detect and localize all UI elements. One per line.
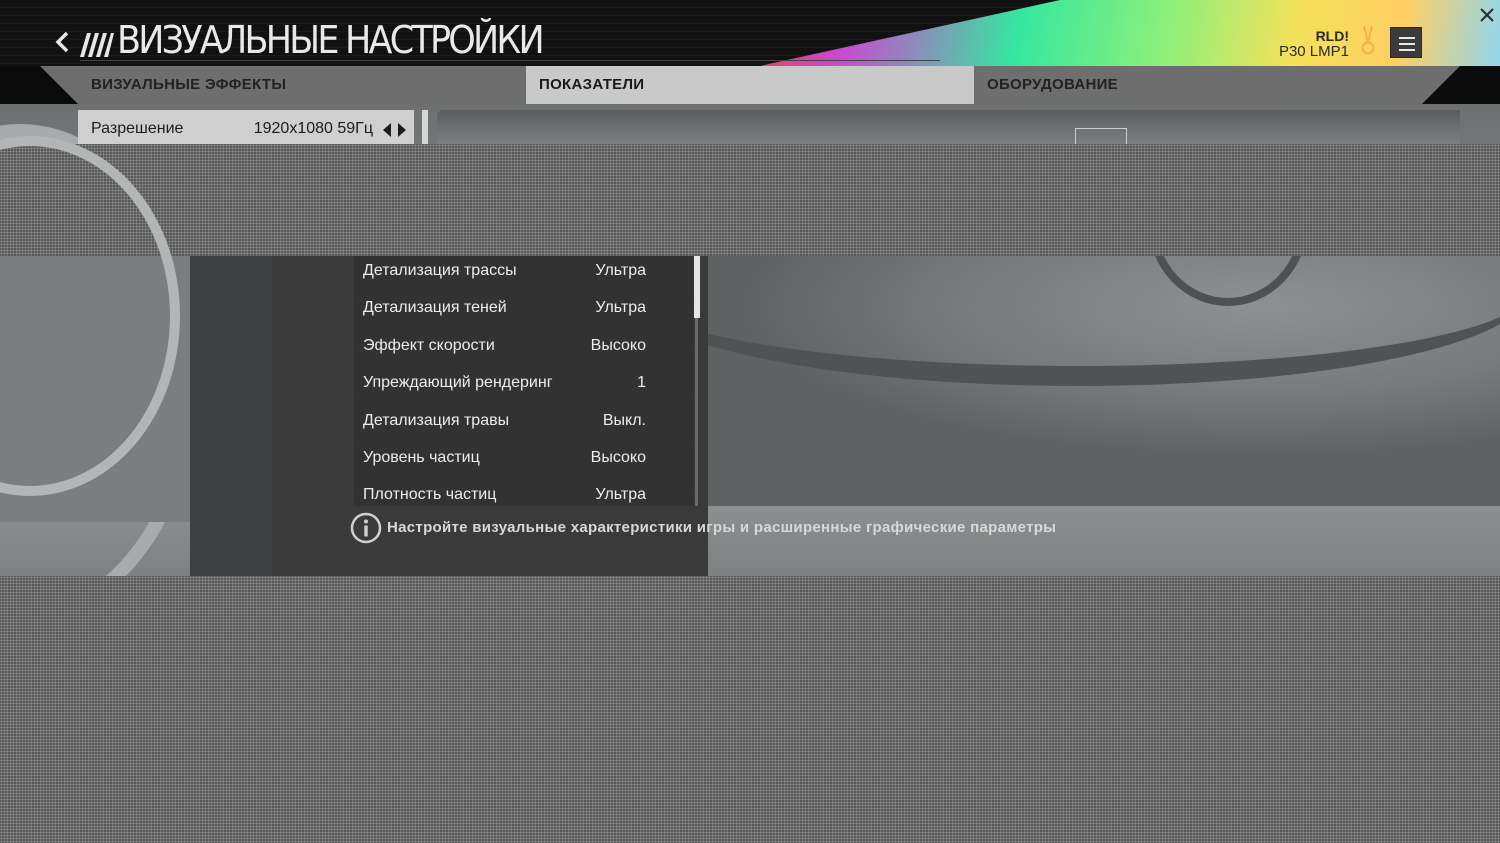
profile-info: RLD! P30 LMP1: [1279, 28, 1349, 60]
setting-label: Детализация травы: [363, 412, 510, 429]
menu-icon: [1399, 49, 1415, 51]
tab-performance[interactable]: ПОКАЗАТЕЛИ: [526, 66, 974, 104]
setting-value: 1: [637, 374, 646, 391]
info-icon: [350, 512, 382, 544]
content-area: [0, 104, 1500, 843]
dither-overlay-bottom: [0, 576, 1500, 843]
setting-label: Упреждающий рендеринг: [363, 374, 553, 391]
setting-row-particle-density[interactable]: Плотность частиц Ультра: [363, 480, 646, 510]
setting-value: Высоко: [590, 337, 646, 354]
title-underline: [80, 60, 940, 61]
setting-value: Ультра: [595, 299, 646, 316]
background-left-strip: [0, 136, 190, 522]
profile-car: P30 LMP1: [1278, 43, 1349, 60]
tab-hardware[interactable]: ОБОРУДОВАНИЕ: [987, 66, 1407, 104]
tab-bar: ВИЗУАЛЬНЫЕ ЭФФЕКТЫ ПОКАЗАТЕЛИ ОБОРУДОВАН…: [40, 66, 1460, 104]
setting-label: Детализация трассы: [363, 262, 517, 279]
resolution-divider: [422, 110, 428, 144]
scrollbar-thumb[interactable]: [694, 256, 700, 318]
menu-icon: [1399, 43, 1415, 45]
dither-overlay-top: [0, 144, 1500, 256]
background-dark-strip: [190, 256, 272, 576]
profile-name: RLD!: [1315, 28, 1349, 44]
arrow-left-icon[interactable]: [383, 123, 391, 137]
setting-value: Выкл.: [602, 412, 646, 429]
menu-icon: [1399, 37, 1415, 39]
setting-label: Эффект скорости: [363, 337, 495, 354]
setting-row-grass-detail[interactable]: Детализация травы Выкл.: [363, 406, 646, 436]
setting-value: Высоко: [590, 449, 646, 466]
setting-row-shadow-detail[interactable]: Детализация теней Ультра: [363, 293, 646, 323]
resolution-value: 1920x1080 59Гц: [253, 120, 373, 137]
menu-button[interactable]: [1390, 27, 1422, 58]
setting-row-speed-effect[interactable]: Эффект скорости Высоко: [363, 331, 646, 361]
setting-row-prerender[interactable]: Упреждающий рендеринг 1: [363, 368, 646, 398]
arrow-right-icon[interactable]: [398, 123, 406, 137]
setting-value: Ультра: [595, 262, 646, 279]
tab-visual-effects[interactable]: ВИЗУАЛЬНЫЕ ЭФФЕКТЫ: [91, 66, 511, 104]
close-icon[interactable]: [1478, 6, 1496, 24]
resolution-label: Разрешение: [91, 120, 184, 137]
setting-row-track-detail[interactable]: Детализация трассы Ультра: [363, 256, 646, 286]
resolution-selector[interactable]: Разрешение 1920x1080 59Гц: [78, 110, 414, 144]
top-preview-strip: [437, 110, 1460, 144]
back-icon[interactable]: [52, 30, 72, 54]
preview-frame-marker: [1075, 128, 1127, 144]
logo-icon: [80, 33, 114, 57]
setting-label: Детализация теней: [363, 299, 507, 316]
preview-image: [708, 256, 1500, 506]
top-bar: ВИЗУАЛЬНЫЕ НАСТРОЙКИ RLD! P30 LMP1: [0, 0, 1500, 66]
setting-label: Уровень частиц: [363, 449, 480, 466]
medal-icon: [1361, 26, 1375, 55]
setting-row-particle-level[interactable]: Уровень частиц Высоко: [363, 443, 646, 473]
page-title: ВИЗУАЛЬНЫЕ НАСТРОЙКИ: [117, 18, 545, 62]
setting-value: Ультра: [595, 486, 646, 503]
info-text: Настройте визуальные характеристики игры…: [387, 519, 1057, 536]
setting-label: Плотность частиц: [363, 486, 497, 503]
header-color-band: [760, 0, 1500, 66]
